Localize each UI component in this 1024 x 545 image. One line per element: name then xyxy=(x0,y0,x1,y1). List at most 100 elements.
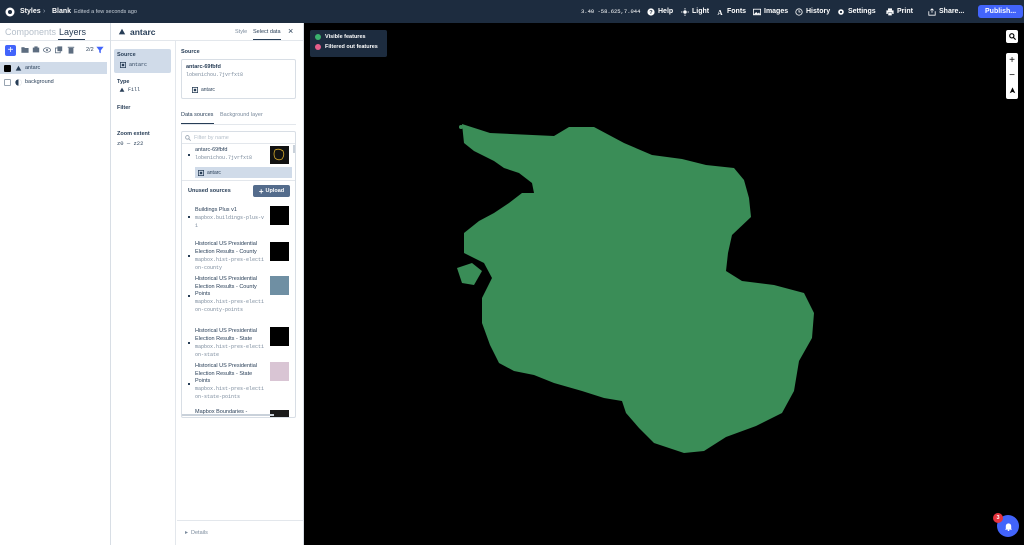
publish-button[interactable]: Publish... xyxy=(978,5,1024,18)
data-tabs-divider xyxy=(181,124,296,125)
header-divider xyxy=(111,40,303,41)
list-divider xyxy=(182,180,295,181)
settings-label: Settings xyxy=(848,8,876,15)
fonts-button[interactable]: A Fonts xyxy=(716,0,746,23)
source-card-id: lobenichou.7jvrfxt8 xyxy=(186,72,244,78)
fonts-label: Fonts xyxy=(727,8,747,15)
style-name[interactable]: Blank xyxy=(52,0,71,23)
source-layer-icon xyxy=(192,87,198,93)
help-icon: ? xyxy=(647,7,655,16)
add-layer-button[interactable]: + xyxy=(5,45,16,56)
share-button[interactable]: Share... xyxy=(928,0,964,23)
background-layer-icon xyxy=(15,78,22,86)
legend-item-filtered: Filtered out features xyxy=(315,44,378,50)
light-label: Light xyxy=(692,8,710,15)
sources-list: Filter by name antarc-69fbfd lobenichou.… xyxy=(181,131,296,418)
light-button[interactable]: Light xyxy=(681,0,709,23)
antarctica-land xyxy=(457,124,814,453)
zoom-controls: + − xyxy=(1006,53,1018,99)
type-value[interactable]: Fill xyxy=(119,87,140,93)
source-name: Buildings Plus v1 xyxy=(195,207,237,213)
images-button[interactable]: Images xyxy=(753,0,788,23)
details-toggle[interactable]: ▸ Details xyxy=(185,529,208,537)
layer-name: background xyxy=(25,79,54,85)
duplicate-icon[interactable] xyxy=(55,46,63,54)
history-button[interactable]: History xyxy=(795,0,830,23)
horizontal-scrollbar[interactable] xyxy=(182,414,274,416)
zoom-extent-value[interactable]: z0 — z22 xyxy=(117,140,143,147)
mapbox-logo-icon[interactable] xyxy=(5,0,15,23)
layer-properties-panel: antarc Style Select data × Source antarc… xyxy=(111,23,304,545)
source-chip[interactable]: antarc xyxy=(120,62,147,68)
expand-bullet-icon xyxy=(188,255,190,257)
source-id: mapbox.hist-pres-election-county-points xyxy=(195,299,265,313)
source-name: Historical US Presidential Election Resu… xyxy=(195,363,258,384)
breadcrumb-styles[interactable]: Styles xyxy=(20,0,41,23)
source-thumbnail xyxy=(270,327,289,346)
layers-panel: Components Layers + 2/2 antarc backgroun… xyxy=(0,23,111,545)
source-name: antarc-69fbfd xyxy=(195,147,228,153)
upload-button[interactable]: + Upload xyxy=(253,185,290,197)
active-source-layer-row[interactable]: antarc xyxy=(195,167,292,178)
layer-color-swatch xyxy=(4,64,11,72)
source-name: Historical US Presidential Election Resu… xyxy=(195,276,258,297)
source-id: mapbox.buildings-plus-v1 xyxy=(195,215,265,229)
layer-title[interactable]: antarc xyxy=(130,27,156,37)
search-box[interactable]: Filter by name xyxy=(182,132,295,144)
list-item[interactable]: Historical US Presidential Election Resu… xyxy=(182,362,293,408)
source-id: mapbox.hist-pres-election-county xyxy=(195,257,265,271)
fonts-icon: A xyxy=(717,8,723,15)
map-coordinates: 3.40 -58.625,7.044 xyxy=(581,8,641,15)
list-item[interactable]: Historical US Presidential Election Resu… xyxy=(182,240,293,271)
source-thumbnail xyxy=(270,242,289,261)
tabs-divider xyxy=(0,40,110,41)
filter-icon[interactable] xyxy=(96,46,104,54)
print-button[interactable]: Print xyxy=(886,0,913,23)
breadcrumb-chevron-icon: › xyxy=(43,8,46,15)
type-value-label: Fill xyxy=(128,87,141,93)
tab-select-data[interactable]: Select data xyxy=(253,29,281,35)
notification-count-badge: 3 xyxy=(993,513,1003,523)
source-thumbnail xyxy=(270,206,289,225)
image-icon xyxy=(753,8,761,15)
map-search-button[interactable] xyxy=(1006,30,1018,43)
zoom-in-button[interactable]: + xyxy=(1009,53,1015,68)
list-item[interactable]: Historical US Presidential Election Resu… xyxy=(182,327,293,358)
images-label: Images xyxy=(764,8,789,15)
scrollbar-thumb[interactable] xyxy=(293,145,295,153)
active-source-item[interactable]: antarc-69fbfd lobenichou.7jvrfxt8 xyxy=(182,145,293,166)
tab-background-layer[interactable]: Background layer xyxy=(220,112,263,118)
trash-icon[interactable] xyxy=(67,46,75,54)
zoom-out-button[interactable]: − xyxy=(1009,68,1015,83)
layer-row-background[interactable]: background xyxy=(0,76,107,88)
source-card-layer-label: antarc xyxy=(201,87,215,93)
source-layer-icon xyxy=(120,62,126,68)
source-chip-label: antarc xyxy=(129,62,148,68)
print-label: Print xyxy=(897,8,913,15)
list-item[interactable]: Historical US Presidential Election Resu… xyxy=(182,275,293,319)
layer-visibility-checkbox[interactable] xyxy=(4,78,11,86)
help-button[interactable]: ? Help xyxy=(647,0,673,23)
gear-icon xyxy=(838,8,844,15)
list-item[interactable]: Buildings Plus v1 mapbox.buildings-plus-… xyxy=(182,206,293,232)
eye-icon[interactable] xyxy=(43,46,51,54)
map-canvas[interactable]: Visible features Filtered out features +… xyxy=(304,23,1024,545)
compass-button[interactable] xyxy=(1009,83,1016,98)
source-card-name: antarc-69fbfd xyxy=(186,64,221,70)
tab-data-sources[interactable]: Data sources xyxy=(181,112,213,118)
filter-label[interactable]: Filter xyxy=(117,105,130,111)
group-icon[interactable] xyxy=(32,46,40,54)
details-label: Details xyxy=(191,529,208,536)
tab-components[interactable]: Components xyxy=(5,27,56,37)
expand-bullet-icon xyxy=(188,383,190,385)
chevron-right-icon: ▸ xyxy=(185,530,189,536)
source-thumbnail xyxy=(270,146,289,164)
folder-icon[interactable] xyxy=(21,46,29,54)
tab-style[interactable]: Style xyxy=(235,29,247,35)
close-icon[interactable]: × xyxy=(288,26,293,36)
search-placeholder: Filter by name xyxy=(194,134,229,141)
settings-button[interactable]: Settings xyxy=(837,0,876,23)
plus-icon: + xyxy=(258,186,264,196)
tab-layers[interactable]: Layers xyxy=(59,27,86,37)
layer-row-antarc[interactable]: antarc xyxy=(0,62,107,74)
